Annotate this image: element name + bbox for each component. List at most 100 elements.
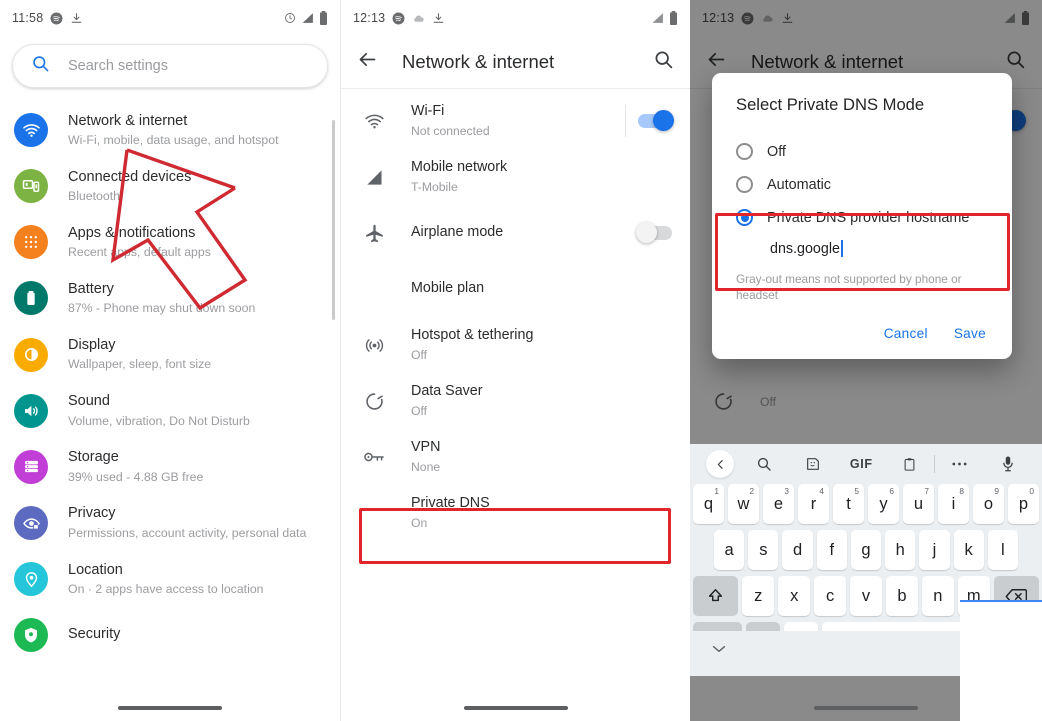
key-c[interactable]: c (814, 576, 847, 616)
key-s[interactable]: s (748, 530, 779, 570)
radio-option-automatic[interactable]: Automatic (712, 168, 1012, 201)
keyboard-row-2: a s d f g h j k l (693, 530, 1039, 570)
key-d[interactable]: d (782, 530, 813, 570)
download-icon (70, 12, 83, 25)
wifi-icon (359, 111, 389, 132)
home-indicator-panel1[interactable] (118, 706, 222, 710)
key-z[interactable]: z (742, 576, 775, 616)
item-title: Hotspot & tethering (411, 327, 534, 344)
status-clock: 11:58 (12, 11, 44, 25)
key-t[interactable]: 5t (833, 484, 864, 524)
save-button[interactable]: Save (954, 326, 986, 341)
key-superscript: 8 (959, 486, 964, 496)
item-title: Display (68, 337, 116, 354)
key-f[interactable]: f (816, 530, 847, 570)
keyboard-row-1: 1q 2w 3e 4r 5t 6y 7u 8i 9o 0p (693, 484, 1039, 524)
search-icon (31, 54, 50, 78)
radio-button[interactable] (736, 176, 753, 193)
option-label: Private DNS provider hostname (767, 209, 970, 226)
search-icon[interactable] (740, 456, 789, 472)
list-item-vpn[interactable]: VPN None (341, 429, 690, 485)
key-label: p (1018, 494, 1029, 513)
key-j[interactable]: j (919, 530, 950, 570)
download-icon (432, 12, 445, 25)
key-k[interactable]: k (953, 530, 984, 570)
key-superscript: 7 (924, 486, 929, 496)
key-y[interactable]: 6y (868, 484, 899, 524)
privacy-eye-icon (14, 506, 48, 541)
apps-grid-icon (14, 225, 48, 260)
home-indicator-panel2[interactable] (463, 706, 568, 710)
list-item-hotspot-tethering[interactable]: Hotspot & tethering Off (341, 317, 690, 373)
signal-icon (651, 12, 664, 24)
key-label: u (913, 494, 924, 513)
key-v[interactable]: v (850, 576, 882, 616)
key-o[interactable]: 9o (973, 484, 1004, 524)
item-subtitle: None (411, 460, 441, 475)
radio-option-hostname[interactable]: Private DNS provider hostname (712, 201, 1012, 234)
item-subtitle: Off (411, 404, 428, 419)
sticker-icon[interactable] (789, 456, 838, 472)
sidebar-item-location[interactable]: Location On · 2 apps have access to loca… (0, 551, 340, 607)
sidebar-item-display[interactable]: Display Wallpaper, sleep, font size (0, 327, 340, 383)
item-subtitle: T-Mobile (411, 180, 458, 195)
clipboard-icon[interactable] (886, 457, 935, 472)
chevron-down-icon[interactable] (712, 641, 726, 659)
back-chevron-icon[interactable] (700, 450, 740, 478)
sidebar-item-storage[interactable]: Storage 39% used - 4.88 GB free (0, 439, 340, 495)
airplane-icon (359, 223, 389, 244)
search-settings-box[interactable]: Search settings (12, 44, 328, 88)
toggle-knob (653, 110, 674, 131)
status-clock: 12:13 (353, 11, 386, 25)
signal-icon (301, 12, 314, 24)
gif-icon[interactable]: GIF (837, 457, 886, 471)
shift-arrow-icon[interactable] (693, 576, 739, 616)
key-l[interactable]: l (987, 530, 1018, 570)
cloud-icon (412, 12, 425, 25)
wifi-toggle[interactable] (638, 110, 674, 131)
key-r[interactable]: 4r (798, 484, 829, 524)
list-item-private-dns[interactable]: Private DNS On (341, 485, 690, 541)
back-arrow-icon[interactable] (357, 49, 378, 75)
cancel-button[interactable]: Cancel (884, 326, 928, 341)
key-superscript: 5 (854, 486, 859, 496)
key-g[interactable]: g (850, 530, 882, 570)
radio-button[interactable] (736, 143, 753, 160)
toggle-knob (636, 222, 657, 243)
key-i[interactable]: 8i (938, 484, 969, 524)
list-item-mobile-plan[interactable]: Mobile plan (341, 261, 690, 317)
search-icon[interactable] (653, 49, 674, 75)
hostname-input[interactable]: dns.google (712, 234, 1012, 261)
sidebar-item-sound[interactable]: Sound Volume, vibration, Do Not Disturb (0, 383, 340, 439)
list-item-airplane-mode[interactable]: Airplane mode (341, 205, 690, 261)
sidebar-item-security[interactable]: Security (0, 607, 340, 662)
radio-option-off[interactable]: Off (712, 135, 1012, 168)
key-h[interactable]: h (885, 530, 916, 570)
key-w[interactable]: 2w (728, 484, 759, 524)
key-e[interactable]: 3e (763, 484, 794, 524)
key-x[interactable]: x (778, 576, 811, 616)
status-bar-panel2: 12:13 (341, 0, 690, 36)
key-u[interactable]: 7u (903, 484, 934, 524)
data-saver-icon (359, 391, 389, 412)
search-input[interactable]: Search settings (68, 58, 168, 74)
option-label: Automatic (767, 176, 831, 193)
radio-button-selected[interactable] (736, 209, 753, 226)
key-b[interactable]: b (885, 576, 918, 616)
key-p[interactable]: 0p (1008, 484, 1039, 524)
microphone-icon[interactable] (984, 455, 1033, 473)
key-n[interactable]: n (921, 576, 954, 616)
dialog-note: Gray-out means not supported by phone or… (736, 272, 962, 303)
more-dots-icon[interactable] (935, 461, 984, 467)
item-subtitle: 39% used - 4.88 GB free (68, 469, 204, 484)
airplane-mode-toggle[interactable] (636, 222, 672, 243)
scrollbar-panel1[interactable] (332, 120, 335, 320)
list-item-data-saver[interactable]: Data Saver Off (341, 373, 690, 429)
sidebar-item-privacy[interactable]: Privacy Permissions, account activity, p… (0, 495, 340, 551)
home-indicator-panel3[interactable] (814, 706, 918, 710)
list-item-wifi[interactable]: Wi-Fi Not connected (341, 93, 690, 149)
list-item-mobile-network[interactable]: Mobile network T-Mobile (341, 149, 690, 205)
key-a[interactable]: a (714, 530, 745, 570)
key-q[interactable]: 1q (693, 484, 724, 524)
key-label: i (951, 494, 956, 513)
